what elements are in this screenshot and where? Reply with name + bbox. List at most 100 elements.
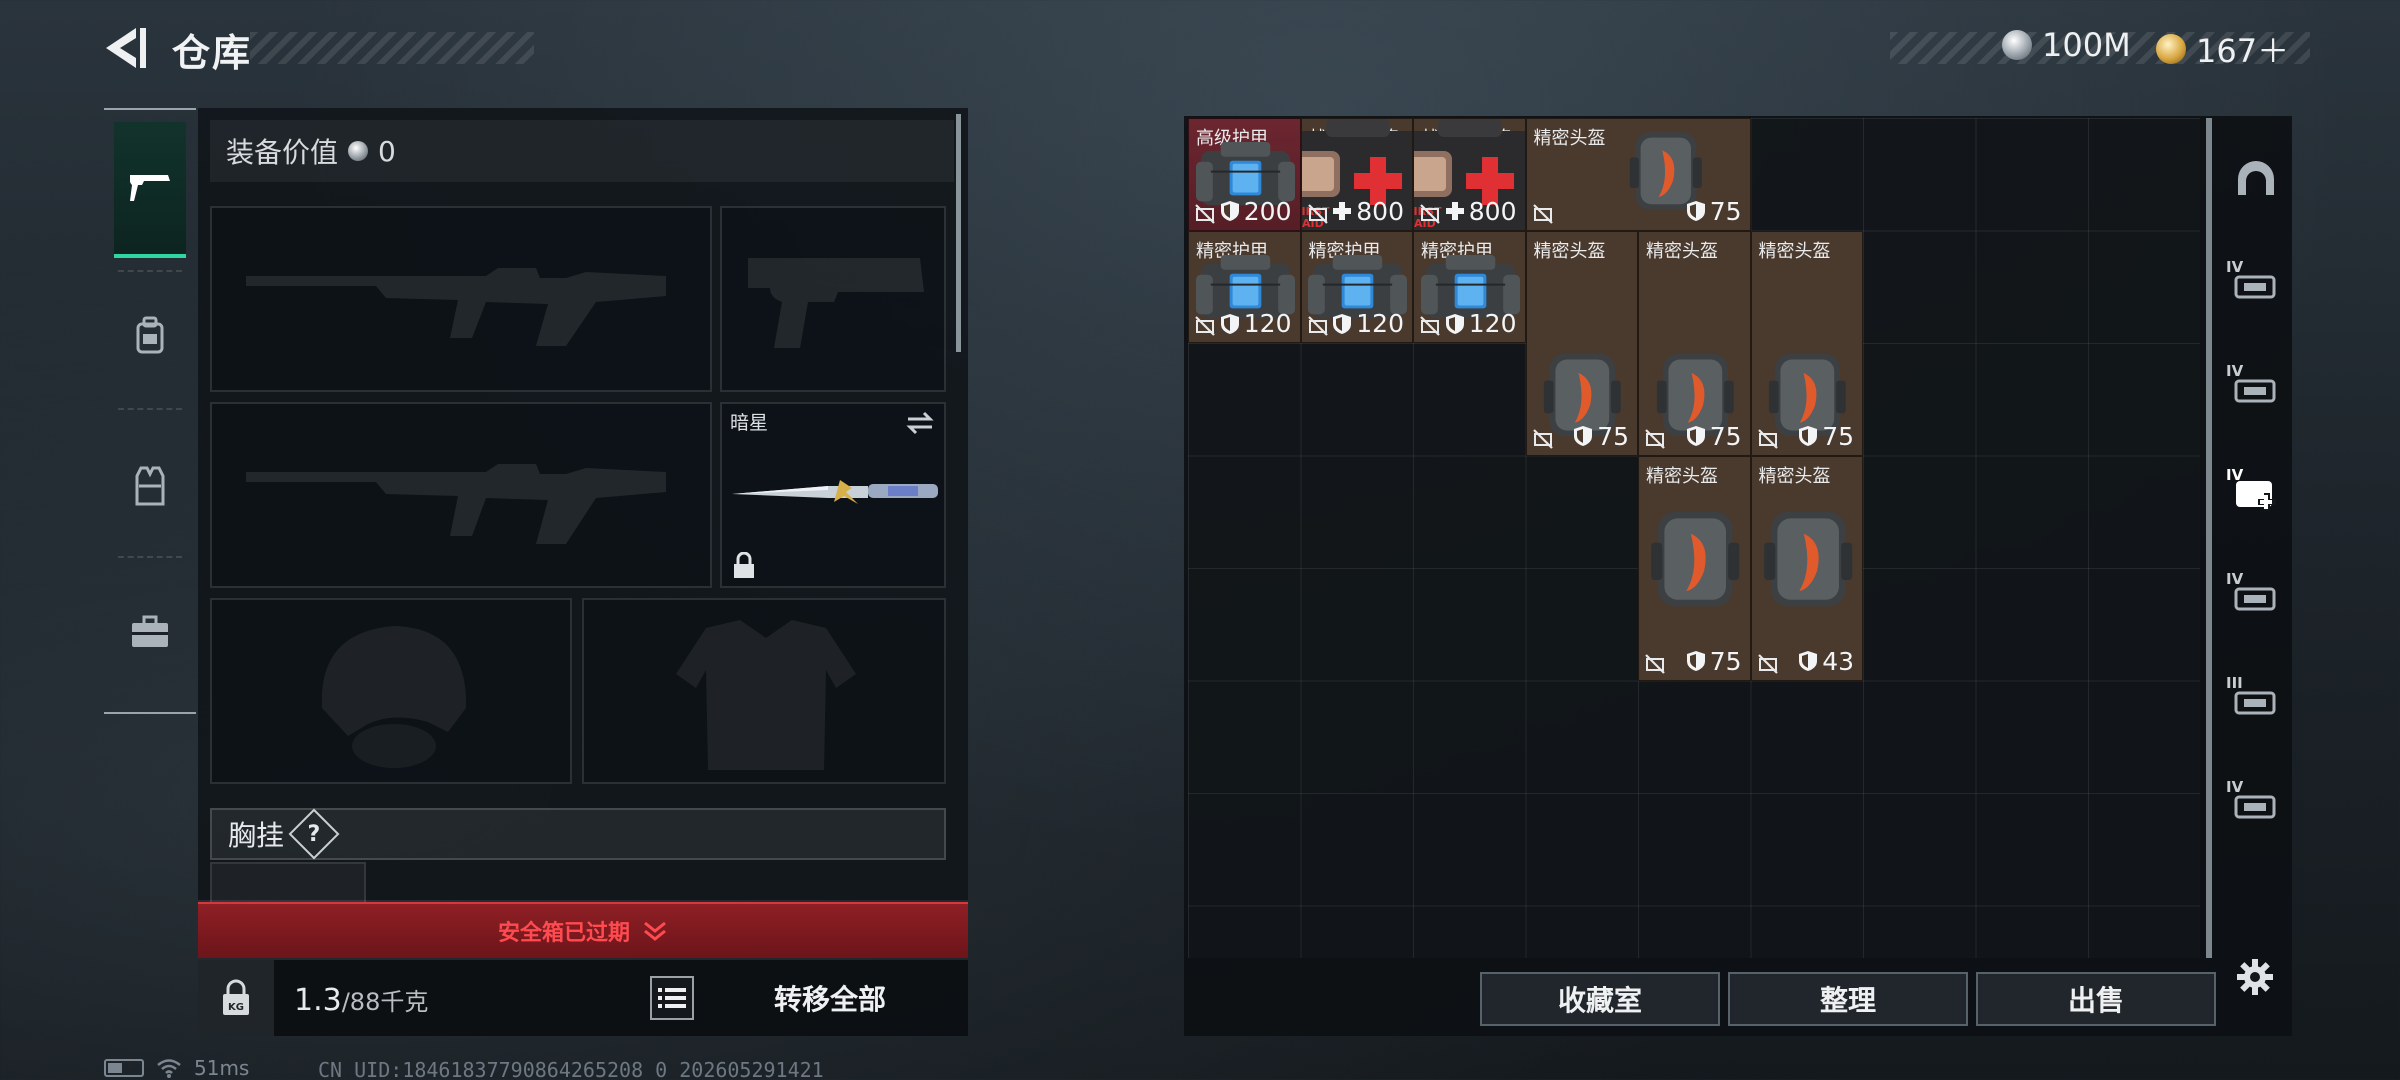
stash-item-armor[interactable]: 精密护甲 120 xyxy=(1300,230,1413,343)
melee-name: 暗星 xyxy=(730,412,769,434)
no-trade-icon xyxy=(1420,316,1440,336)
rifle-silhouette-icon xyxy=(246,464,666,544)
stash-item-armor[interactable]: 高级护甲 200 xyxy=(1188,118,1301,231)
category-tier: IV xyxy=(2226,466,2244,484)
item-stat: 75 xyxy=(1686,647,1742,676)
pistol-icon xyxy=(130,175,170,201)
tab-backpack[interactable] xyxy=(114,268,186,404)
collection-room-button[interactable]: 收藏室 xyxy=(1480,972,1720,1026)
no-trade-icon xyxy=(1195,203,1215,224)
silver-coin-icon xyxy=(348,141,369,161)
item-name: 精密头盔 xyxy=(1646,240,1718,262)
shield-icon xyxy=(1574,426,1593,446)
weight-max: /88千克 xyxy=(341,988,429,1016)
stash-scrollbar[interactable] xyxy=(2206,118,2212,958)
loadout-scrollbar[interactable] xyxy=(956,114,961,352)
sell-button[interactable]: 出售 xyxy=(1976,972,2216,1026)
body-armor-slot[interactable] xyxy=(582,598,946,784)
safebox-status: 安全箱已过期 xyxy=(497,921,630,946)
rifle-category-button[interactable]: IV xyxy=(2220,248,2290,318)
tab-vest[interactable] xyxy=(114,418,186,554)
helmet-silhouette-icon xyxy=(321,626,467,768)
helmet-category-button[interactable] xyxy=(2220,144,2290,214)
stash-item-medkit[interactable]: 战地医疗箱 FIRST AID 800 xyxy=(1413,118,1526,231)
item-stat: 75 xyxy=(1573,422,1629,451)
stash-item-helmet-top[interactable]: 精密头盔 75 xyxy=(1525,230,1638,456)
primary-weapon-slot[interactable] xyxy=(210,206,712,392)
shield-icon xyxy=(1333,313,1352,334)
loadout-tabs xyxy=(104,108,196,714)
gear-icon xyxy=(2237,959,2273,995)
ammo-category-button[interactable]: IV xyxy=(2220,352,2290,422)
weight-lock-icon: KG xyxy=(223,979,249,1015)
secondary-weapon-slot[interactable] xyxy=(210,402,712,588)
weight-lock-button[interactable]: KG xyxy=(198,960,274,1036)
item-name: 精密头盔 xyxy=(1533,128,1606,149)
gold-coin-icon xyxy=(2156,34,2186,64)
key-category-button[interactable]: III xyxy=(2220,664,2290,734)
category-tier: IV xyxy=(2226,570,2244,588)
battery-icon xyxy=(104,1059,144,1077)
shield-icon xyxy=(1220,313,1239,334)
page-title: 仓库 xyxy=(172,31,253,75)
category-tier: IV xyxy=(2226,258,2244,276)
medkit-category-button[interactable]: IV xyxy=(2220,456,2290,526)
armor-silhouette-icon xyxy=(676,620,856,770)
stash-item-helmet-tall[interactable]: 精密头盔 75 xyxy=(1638,455,1751,681)
sidearm-slot[interactable] xyxy=(720,206,946,392)
helmet-icon xyxy=(1651,511,1740,607)
tab-toolbox[interactable] xyxy=(114,564,186,700)
equipment-value: 0 xyxy=(378,134,396,168)
no-trade-icon xyxy=(1307,316,1328,336)
stash-item-armor[interactable]: 精密护甲 120 xyxy=(1413,230,1526,343)
stash-item-helmet-tall[interactable]: 精密头盔 43 xyxy=(1750,455,1863,681)
double-chevron-down-icon xyxy=(644,921,666,941)
pistol-silhouette-icon xyxy=(748,258,924,348)
shield-icon xyxy=(1799,651,1818,671)
ping: 51ms xyxy=(194,1056,250,1080)
plus-icon xyxy=(1333,202,1352,220)
chest-rig-row[interactable]: 胸挂 ? xyxy=(210,808,946,860)
stash-item-helmet-wide[interactable]: 精密头盔 75 xyxy=(1525,118,1751,231)
back-arrow-icon xyxy=(106,28,146,68)
title-stripe xyxy=(250,32,534,64)
transfer-all-button[interactable]: 转移全部 xyxy=(720,970,940,1026)
equipment-value-label: 装备价值 xyxy=(226,136,339,169)
item-stat: 75 xyxy=(1798,422,1854,451)
list-view-button[interactable] xyxy=(650,976,694,1020)
shield-icon xyxy=(1445,313,1464,334)
helmet-slot[interactable] xyxy=(210,598,572,784)
stash-item-helmet-top[interactable]: 精密头盔 75 xyxy=(1638,230,1751,456)
category-tier: IV xyxy=(2226,778,2244,796)
silver-currency[interactable]: 100M xyxy=(2002,26,2131,64)
no-trade-icon xyxy=(1532,428,1553,449)
chest-rig-slot[interactable] xyxy=(210,862,366,902)
shield-icon xyxy=(1686,426,1705,446)
gold-currency[interactable]: 167＋ xyxy=(2156,26,2289,72)
safebox-expired-banner[interactable]: 安全箱已过期 xyxy=(198,902,968,958)
swap-icon[interactable] xyxy=(904,410,936,436)
stash-item-medkit[interactable]: 战地医疗箱 FIRST AID 800 xyxy=(1300,118,1413,231)
item-stat: 75 xyxy=(1686,422,1742,451)
grenade-category-button[interactable]: IV xyxy=(2220,560,2290,630)
list-icon xyxy=(658,988,686,1008)
item-stat: 200 xyxy=(1220,197,1292,226)
toolbox-icon xyxy=(132,615,168,647)
melee-slot[interactable]: 暗星 xyxy=(720,402,946,588)
settings-button[interactable] xyxy=(2220,942,2290,1012)
item-stat: 120 xyxy=(1332,309,1404,338)
back-button[interactable] xyxy=(100,22,150,74)
sort-button[interactable]: 整理 xyxy=(1728,972,1968,1026)
item-name: 精密头盔 xyxy=(1533,240,1606,262)
shield-icon xyxy=(1686,651,1705,671)
stash-item-armor[interactable]: 精密护甲 120 xyxy=(1188,230,1301,343)
case-category-button[interactable]: IV xyxy=(2220,768,2290,838)
item-stat: 120 xyxy=(1220,309,1292,338)
weight-current: 1.3 xyxy=(294,983,342,1018)
no-trade-icon xyxy=(1420,203,1440,224)
tab-weapons[interactable] xyxy=(114,122,186,258)
stash-item-helmet-top[interactable]: 精密头盔 75 xyxy=(1750,230,1863,456)
help-icon[interactable]: ? xyxy=(288,808,340,860)
gold-amount: 167＋ xyxy=(2196,32,2290,70)
helmet-category-icon xyxy=(2238,161,2274,195)
